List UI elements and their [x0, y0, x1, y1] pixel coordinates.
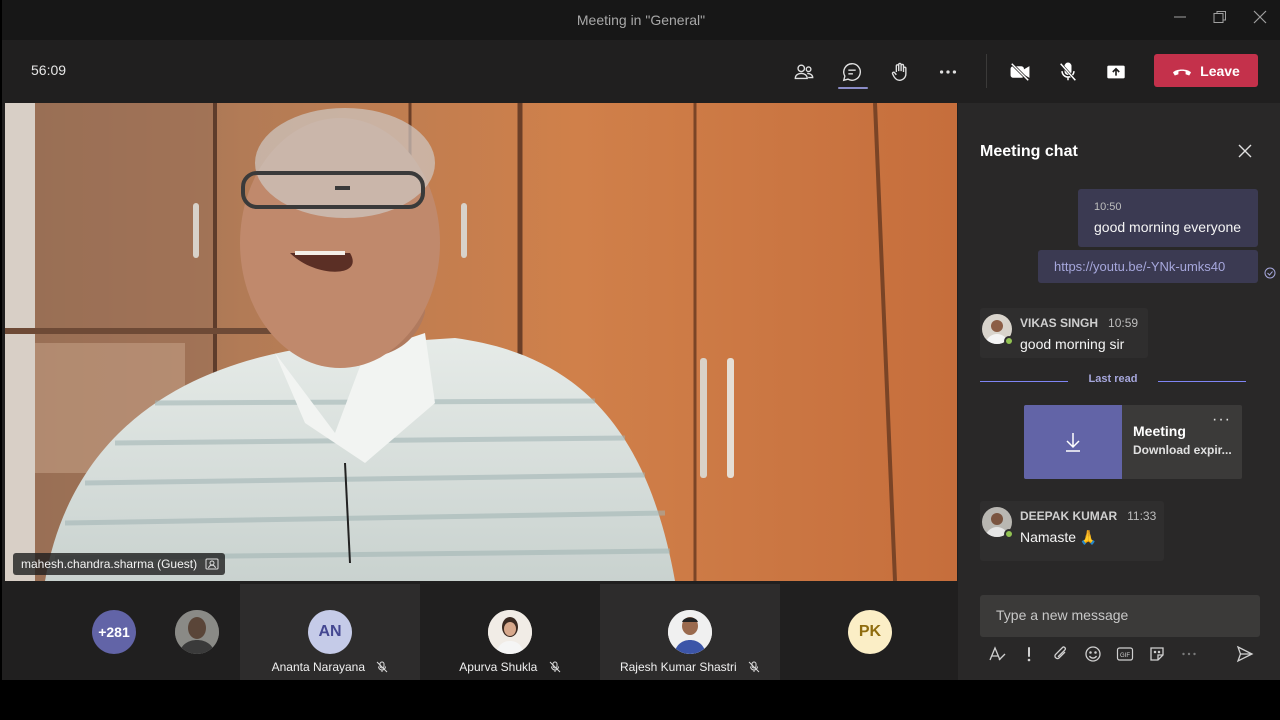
restore-icon[interactable] — [1208, 8, 1232, 32]
attach-icon[interactable] — [1050, 643, 1072, 665]
important-icon[interactable] — [1018, 643, 1040, 665]
overflow-count-badge[interactable]: +281 — [92, 610, 136, 654]
card-subtitle: Download expir... — [1133, 443, 1232, 457]
camera-off-icon[interactable] — [1004, 56, 1036, 88]
avatar-initials: AN — [308, 610, 352, 654]
close-window-icon[interactable] — [1248, 8, 1272, 32]
minimize-icon[interactable] — [1168, 8, 1192, 32]
last-read-label: Last read — [1088, 373, 1138, 385]
participant-tile[interactable]: Apurva Shukla — [420, 584, 600, 680]
meeting-recording-card[interactable]: Meeting Download expir... ··· — [1024, 405, 1242, 479]
chat-title: Meeting chat — [980, 143, 1078, 160]
participants-icon[interactable] — [788, 56, 820, 88]
svg-text:GIF: GIF — [1120, 653, 1130, 659]
participant-tile[interactable]: Rajesh Kumar Shastri — [600, 584, 780, 680]
own-message[interactable]: 10:50 good morning everyone — [1078, 189, 1258, 247]
participant-tile[interactable]: AN Ananta Narayana — [240, 584, 420, 680]
leave-label: Leave — [1200, 62, 1240, 79]
mic-off-icon[interactable] — [1052, 56, 1084, 88]
participant-name: Apurva Shukla — [459, 660, 538, 674]
guest-icon — [205, 558, 219, 570]
overflow-tile[interactable]: +281 — [2, 584, 240, 680]
more-options-icon[interactable] — [1178, 643, 1200, 665]
sticker-icon[interactable] — [1146, 643, 1168, 665]
mic-off-icon — [549, 661, 561, 673]
teams-meeting-window: Meeting in "General" 56:09 Leave mahesh.… — [2, 0, 1280, 680]
leave-button[interactable]: Leave — [1154, 54, 1258, 87]
participant-tile[interactable]: PK — [780, 584, 960, 680]
main-video[interactable]: mahesh.chandra.sharma (Guest) — [5, 103, 957, 581]
message-time: 10:59 — [1108, 316, 1139, 330]
status-available-icon — [1004, 529, 1014, 539]
avatar — [668, 610, 712, 654]
gif-icon[interactable]: GIF — [1114, 643, 1136, 665]
close-icon[interactable] — [1235, 141, 1255, 161]
more-icon[interactable]: ··· — [1212, 411, 1231, 429]
link-message[interactable]: https://youtu.be/-YNk-umks40 — [1038, 250, 1258, 283]
send-icon[interactable] — [1234, 643, 1256, 665]
avatar — [175, 610, 219, 654]
presenter-name-tag: mahesh.chandra.sharma (Guest) — [13, 553, 226, 575]
message-time: 11:33 — [1127, 509, 1157, 523]
status-available-icon — [1004, 336, 1014, 346]
participants-strip: +281 AN Ananta Narayana Apurva Shukla Ra… — [2, 584, 960, 680]
message-author: DEEPAK KUMAR 11:33 — [1020, 509, 1157, 523]
mic-off-icon — [377, 661, 388, 673]
avatar — [488, 610, 532, 654]
raise-hand-icon[interactable] — [884, 56, 916, 88]
chat-icon[interactable] — [836, 56, 868, 88]
presenter-name: mahesh.chandra.sharma (Guest) — [21, 557, 198, 571]
message-text: Namaste 🙏 — [1020, 529, 1098, 545]
participant-name-row: Apurva Shukla — [420, 660, 600, 674]
message-author: VIKAS SINGH 10:59 — [1020, 316, 1139, 330]
window-title: Meeting in "General" — [576, 12, 706, 28]
download-icon — [1024, 405, 1122, 479]
chat-active-indicator — [838, 87, 868, 89]
participant-name: Ananta Narayana — [271, 660, 366, 674]
mic-off-icon — [748, 661, 760, 673]
avatar-initials: PK — [848, 610, 892, 654]
chat-message[interactable]: VIKAS SINGH 10:59 good morning sir — [980, 308, 1148, 358]
share-icon[interactable] — [1100, 56, 1132, 88]
title-bar: Meeting in "General" — [2, 0, 1280, 40]
emoji-icon[interactable] — [1082, 643, 1104, 665]
read-receipt-icon — [1264, 267, 1276, 279]
message-text: good morning everyone — [1094, 219, 1242, 235]
participant-name-row: Rajesh Kumar Shastri — [600, 660, 780, 674]
participant-name: Rajesh Kumar Shastri — [619, 660, 737, 674]
meeting-timer: 56:09 — [31, 62, 67, 78]
meeting-chat-panel: Meeting chat 10:50 good morning everyone… — [958, 103, 1280, 680]
message-time: 10:50 — [1094, 201, 1122, 213]
presenter-video-frame — [5, 103, 957, 581]
card-title: Meeting — [1133, 423, 1186, 439]
toolbar-divider — [986, 54, 987, 88]
format-icon[interactable] — [986, 643, 1008, 665]
phone-icon — [1173, 69, 1192, 75]
meeting-toolbar: 56:09 Leave — [2, 40, 1280, 102]
participant-name-row: Ananta Narayana — [240, 660, 420, 674]
last-read-divider: Last read — [980, 373, 1246, 389]
chat-message[interactable]: DEEPAK KUMAR 11:33 Namaste 🙏 — [980, 501, 1164, 561]
compose-message-input[interactable]: Type a new message — [980, 595, 1260, 637]
more-icon[interactable] — [932, 56, 964, 88]
message-text: good morning sir — [1020, 336, 1125, 352]
